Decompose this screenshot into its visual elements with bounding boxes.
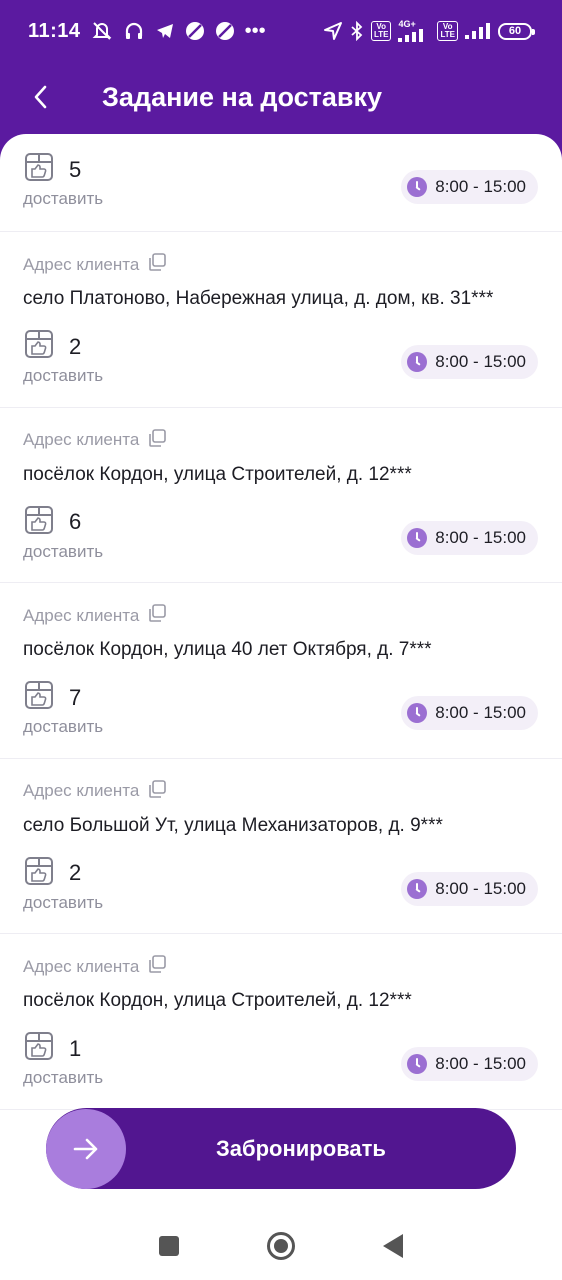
time-window-chip: 8:00 - 15:00 [401,871,538,906]
headphones-icon [123,20,145,42]
package-icon [23,1030,55,1067]
address-label: Адрес клиента [23,254,140,274]
package-icon [23,679,55,716]
signal-group: 4G+ [398,20,430,42]
time-window-chip: 8:00 - 15:00 [401,170,538,204]
clock-icon [407,878,428,899]
client-address: посёлок Кордон, улица 40 лет Октября, д.… [23,639,432,660]
client-address: посёлок Кордон, улица Строителей, д. 12*… [23,990,412,1011]
status-time: 11:14 [28,19,81,42]
time-window: 8:00 - 15:00 [435,527,526,547]
network-type: 4G+ [398,19,416,29]
delivery-card[interactable]: Адрес клиента посёлок Кордон, улица 40 л… [0,583,562,759]
package-icon [23,328,55,365]
item-quantity: 2 [69,860,82,885]
copy-icon[interactable] [147,603,167,628]
book-arrow-handle[interactable] [46,1108,126,1189]
copy-icon[interactable] [147,252,167,277]
address-label: Адрес клиента [23,605,140,625]
mute-icon [91,20,113,42]
delivery-card[interactable]: 5 доставить 8:00 - 15:00 [0,134,562,232]
copy-icon[interactable] [147,428,167,453]
location-icon [323,21,343,41]
address-label: Адрес клиента [23,956,140,976]
status-bar: 11:14 ••• Vo LTE 4G+ Vo LTE 60 [0,0,562,62]
app-bar: Задание на доставку [0,62,562,132]
clock-icon [407,527,428,548]
time-window-chip: 8:00 - 15:00 [401,520,538,555]
item-quantity: 7 [69,684,82,710]
address-label: Адрес клиента [23,430,140,449]
client-address: посёлок Кордон, улица Строителей, д. 12*… [23,463,412,485]
battery-indicator: 60 [498,22,535,40]
copy-icon[interactable] [147,779,167,804]
time-window: 8:00 - 15:00 [435,352,526,371]
clock-icon [407,352,428,372]
copy-icon[interactable] [147,954,167,979]
time-window: 8:00 - 15:00 [435,878,526,898]
signal-icon-2 [465,23,491,39]
volte-badge-2: Vo LTE [437,21,458,41]
delivery-list: 5 доставить 8:00 - 15:00 Адрес клиента с… [0,134,562,1110]
package-icon [23,151,55,188]
client-address: село Большой Ут, улица Механизаторов, д.… [23,814,443,836]
delivery-card[interactable]: Адрес клиента посёлок Кордон, улица Стро… [0,934,562,1110]
book-button[interactable]: Забронировать [46,1108,516,1189]
clock-icon [407,1054,428,1074]
item-quantity: 5 [69,156,82,182]
clock-icon [407,177,428,197]
client-address: село Платоново, Набережная улица, д. дом… [23,288,494,309]
telegram-icon [155,21,175,41]
clock-icon [407,703,428,723]
time-window: 8:00 - 15:00 [435,1054,526,1073]
arrow-right-icon [73,1138,98,1159]
app-icon [185,21,205,41]
time-window-chip: 8:00 - 15:00 [401,696,538,730]
home-button[interactable] [267,1232,295,1260]
bluetooth-icon [350,21,364,41]
chevron-left-icon [34,85,47,109]
time-window-chip: 8:00 - 15:00 [401,1047,538,1081]
time-window: 8:00 - 15:00 [435,177,526,196]
item-quantity: 2 [69,333,82,359]
signal-icon [398,29,424,42]
recents-button[interactable] [159,1236,179,1256]
back-nav-button[interactable] [383,1234,403,1258]
delivery-card[interactable]: Адрес клиента село Платоново, Набережная… [0,232,562,408]
page-title: Задание на доставку [102,81,382,112]
app-icon [215,21,235,41]
item-quantity: 1 [69,1035,82,1061]
time-window-chip: 8:00 - 15:00 [401,345,538,379]
more-notifications: ••• [244,19,266,42]
system-navigation-bar [0,1212,562,1280]
item-quantity: 6 [69,509,82,534]
volte-badge: Vo LTE [370,21,392,41]
address-label: Адрес клиента [23,781,140,800]
package-icon [23,855,55,892]
delivery-card[interactable]: Адрес клиента село Большой Ут, улица Мех… [0,759,562,934]
book-button-label: Забронировать [216,1135,386,1161]
delivery-card[interactable]: Адрес клиента посёлок Кордон, улица Стро… [0,408,562,583]
back-button[interactable] [0,62,80,132]
time-window: 8:00 - 15:00 [435,703,526,722]
package-icon [23,504,55,541]
